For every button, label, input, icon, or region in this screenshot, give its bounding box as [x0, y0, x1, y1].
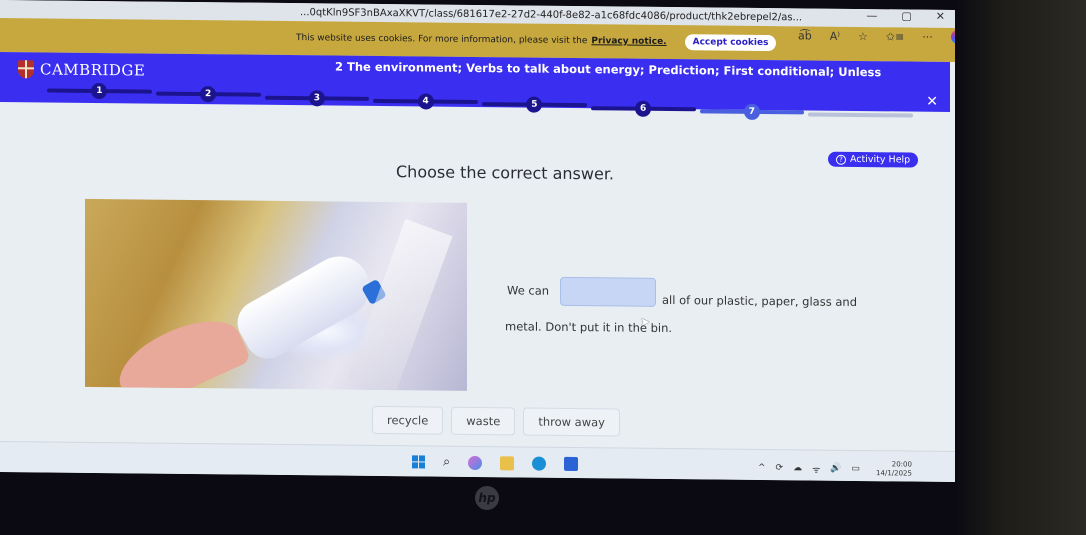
browser-toolbar: a͡b A⁾ ☆ ✩≡ ···	[798, 28, 955, 45]
restore-button[interactable]: ▢	[901, 9, 911, 22]
battery-icon[interactable]: ▭	[852, 464, 861, 474]
sentence-before: We can	[507, 283, 550, 298]
edge-browser-icon[interactable]	[532, 456, 547, 471]
cookie-text: This website uses cookies. For more info…	[296, 33, 588, 47]
wifi-icon[interactable]: ᯤ	[812, 462, 820, 475]
copilot-taskbar-icon[interactable]	[468, 455, 483, 470]
url-text[interactable]: ...0qtKln9SF3nBAxaXKVT/class/681617e2-27…	[300, 7, 802, 23]
sentence-after: all of our plastic, paper, glass and	[662, 292, 857, 309]
activity-help-button[interactable]: ? Activity Help	[828, 151, 919, 168]
show-hidden-icon[interactable]: ^	[758, 463, 766, 473]
search-icon[interactable]: ⌕	[443, 455, 450, 470]
logo-text: CAMBRIDGE	[40, 60, 146, 80]
read-aloud-icon[interactable]: a͡b	[798, 29, 812, 42]
option-recycle[interactable]: recycle	[372, 405, 444, 435]
screen: ...0qtKln9SF3nBAxaXKVT/class/681617e2-27…	[0, 0, 955, 483]
unit-title: 2 The environment; Verbs to talk about e…	[335, 59, 882, 80]
volume-icon[interactable]: 🔊	[830, 464, 841, 474]
windows-taskbar: ⌕ ^ ⟳ ☁ ᯤ 🔊 ▭ 20:00 14/1/2025	[0, 441, 955, 483]
progress-step-4[interactable]: 4	[417, 93, 434, 110]
file-explorer-icon[interactable]	[500, 455, 515, 470]
favorites-list-icon[interactable]: ✩≡	[886, 30, 904, 43]
mouse-cursor-icon: ➤	[640, 314, 651, 329]
instruction: Choose the correct answer.	[396, 162, 615, 184]
option-throw-away[interactable]: throw away	[523, 407, 620, 437]
sync-icon[interactable]: ⟳	[776, 463, 784, 473]
cambridge-logo: CAMBRIDGE	[18, 60, 146, 80]
clock[interactable]: 20:00 14/1/2025	[876, 460, 912, 478]
copilot-icon[interactable]	[950, 29, 955, 45]
option-waste[interactable]: waste	[451, 406, 516, 436]
progress-stepper: 1 2 3 4 5 6 7	[45, 80, 915, 129]
progress-step-6[interactable]: 6	[635, 100, 652, 117]
progress-step-2[interactable]: 2	[200, 86, 217, 103]
system-tray: ^ ⟳ ☁ ᯤ 🔊 ▭ 20:00 14/1/2025	[758, 459, 912, 479]
store-icon[interactable]	[564, 456, 579, 471]
minimize-button[interactable]: —	[866, 9, 877, 22]
progress-step-5[interactable]: 5	[526, 96, 543, 113]
hand-shape	[108, 305, 252, 391]
help-icon: ?	[836, 154, 846, 165]
immersive-reader-icon[interactable]: A⁾	[830, 29, 840, 42]
cambridge-shield-icon	[18, 60, 34, 79]
help-label: Activity Help	[850, 153, 911, 166]
privacy-notice-link[interactable]: Privacy notice.	[591, 36, 666, 47]
taskbar-apps: ⌕	[412, 454, 579, 471]
recycling-photo	[85, 198, 467, 391]
start-windows-icon[interactable]	[412, 455, 425, 469]
progress-segment	[808, 112, 913, 118]
answer-options: recycle waste throw away	[372, 405, 628, 437]
photo-of-laptop: ...0qtKln9SF3nBAxaXKVT/class/681617e2-27…	[0, 0, 1086, 535]
window-controls: — ▢ ✕	[866, 9, 945, 23]
more-menu-icon[interactable]: ···	[922, 30, 933, 43]
progress-step-3[interactable]: 3	[308, 89, 325, 106]
clock-date: 14/1/2025	[876, 469, 912, 478]
onedrive-icon[interactable]: ☁	[793, 463, 802, 473]
close-window-button[interactable]: ✕	[936, 10, 945, 23]
answer-gap-dropzone[interactable]	[560, 276, 656, 307]
accept-cookies-button[interactable]: Accept cookies	[684, 34, 777, 52]
clock-time: 20:00	[891, 460, 912, 469]
close-activity-button[interactable]: ✕	[926, 94, 938, 110]
progress-step-7[interactable]: 7	[743, 103, 760, 120]
hp-logo: hp	[475, 486, 499, 510]
progress-step-1[interactable]: 1	[91, 82, 108, 100]
favorite-star-icon[interactable]: ☆	[858, 29, 868, 42]
